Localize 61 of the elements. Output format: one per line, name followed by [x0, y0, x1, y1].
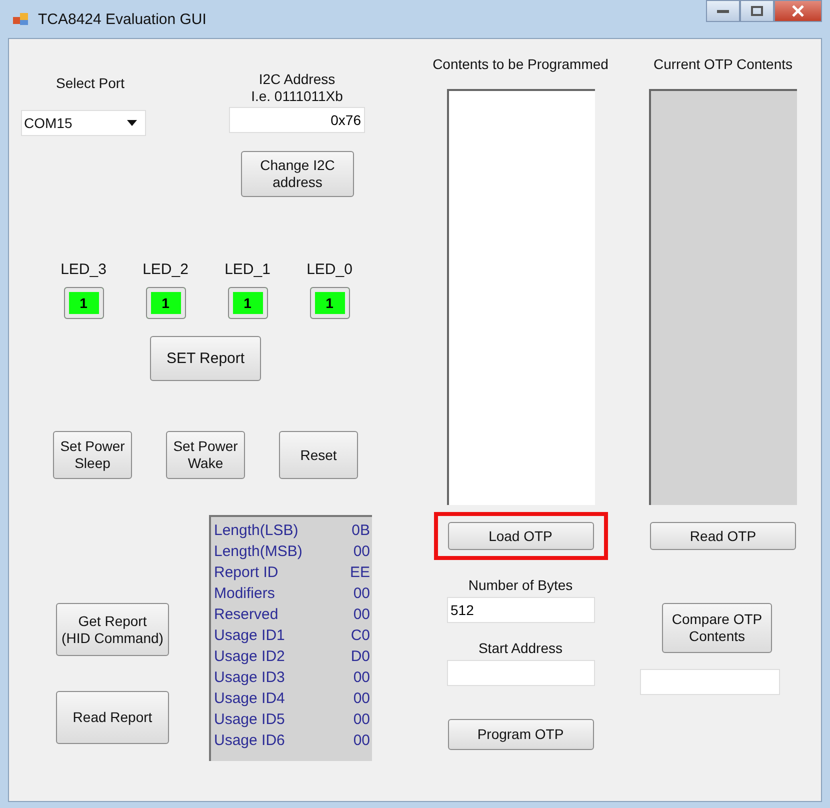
- maximize-icon: [750, 5, 764, 17]
- report-button[interactable]: Get Report (HID Command): [56, 603, 169, 656]
- led-label: LED_0: [306, 261, 352, 278]
- column-title: Current OTP Contents: [653, 56, 793, 72]
- report-field: Reserved: [214, 604, 278, 625]
- report-field: Usage ID1: [214, 625, 285, 646]
- close-button[interactable]: [774, 0, 822, 22]
- led-toggle[interactable]: 1: [310, 287, 350, 319]
- report-value: 00: [353, 668, 370, 688]
- compare-result-field[interactable]: [640, 669, 780, 695]
- report-field: Usage ID6: [214, 730, 285, 751]
- maximize-button[interactable]: [740, 0, 774, 22]
- led-toggle[interactable]: 1: [228, 287, 268, 319]
- report-value: 00: [353, 689, 370, 709]
- change-i2c-button[interactable]: Change I2C address: [241, 151, 354, 197]
- app-icon: [12, 11, 30, 27]
- report-field: Usage ID5: [214, 709, 285, 730]
- report-value: C0: [350, 626, 370, 646]
- window-title: TCA8424 Evaluation GUI: [38, 10, 206, 28]
- report-field: Report ID: [214, 562, 278, 583]
- report-value: 00: [353, 605, 370, 625]
- port-dropdown[interactable]: COM15: [21, 110, 146, 136]
- report-value: EE: [350, 563, 370, 583]
- bytes-label: Number of Bytes: [468, 577, 573, 593]
- close-icon: [791, 5, 805, 17]
- report-field: Usage ID3: [214, 667, 285, 688]
- compare-otp-button[interactable]: Compare OTP Contents: [662, 603, 772, 653]
- column-title: Contents to be Programmed: [432, 56, 608, 72]
- report-field: Length(MSB): [214, 541, 302, 562]
- start-address-label: Start Address: [478, 640, 563, 656]
- bytes-field[interactable]: 512: [446, 597, 594, 623]
- power-button[interactable]: Set Power Sleep: [53, 431, 132, 479]
- start-address-field[interactable]: [446, 660, 594, 686]
- report-field: Length(LSB): [214, 520, 298, 541]
- power-button[interactable]: Reset: [279, 431, 358, 479]
- report-value: 00: [353, 710, 370, 730]
- program-otp-button[interactable]: Program OTP: [448, 719, 594, 750]
- power-button[interactable]: Set Power Wake: [166, 431, 245, 479]
- led-toggle[interactable]: 1: [146, 287, 186, 319]
- report-button[interactable]: Read Report: [56, 691, 169, 744]
- load-otp-button[interactable]: Load OTP: [448, 522, 594, 550]
- report-value: 0B: [352, 521, 370, 541]
- report-value: 00: [353, 542, 370, 562]
- led-label: LED_1: [224, 261, 270, 278]
- report-value: 00: [353, 584, 370, 604]
- dropdown-arrow-icon: [127, 120, 137, 126]
- led-label: LED_2: [142, 261, 188, 278]
- minimize-button[interactable]: [706, 0, 740, 22]
- set-report-button[interactable]: SET Report: [150, 336, 261, 381]
- report-value: D0: [350, 647, 370, 667]
- read-otp-button[interactable]: Read OTP: [650, 522, 796, 550]
- i2c-address-label: I2C Address I.e. 0111011Xb: [250, 71, 344, 105]
- minimize-icon: [716, 8, 730, 14]
- led-label: LED_3: [60, 261, 106, 278]
- report-field: Modifiers: [214, 583, 275, 604]
- led-toggle[interactable]: 1: [64, 287, 104, 319]
- report-field: Usage ID4: [214, 688, 285, 709]
- port-label: Select Port: [56, 75, 126, 91]
- i2c-address-field[interactable]: 0x76: [229, 107, 365, 133]
- report-field: Usage ID2: [214, 646, 285, 667]
- report-value: 00: [353, 731, 370, 751]
